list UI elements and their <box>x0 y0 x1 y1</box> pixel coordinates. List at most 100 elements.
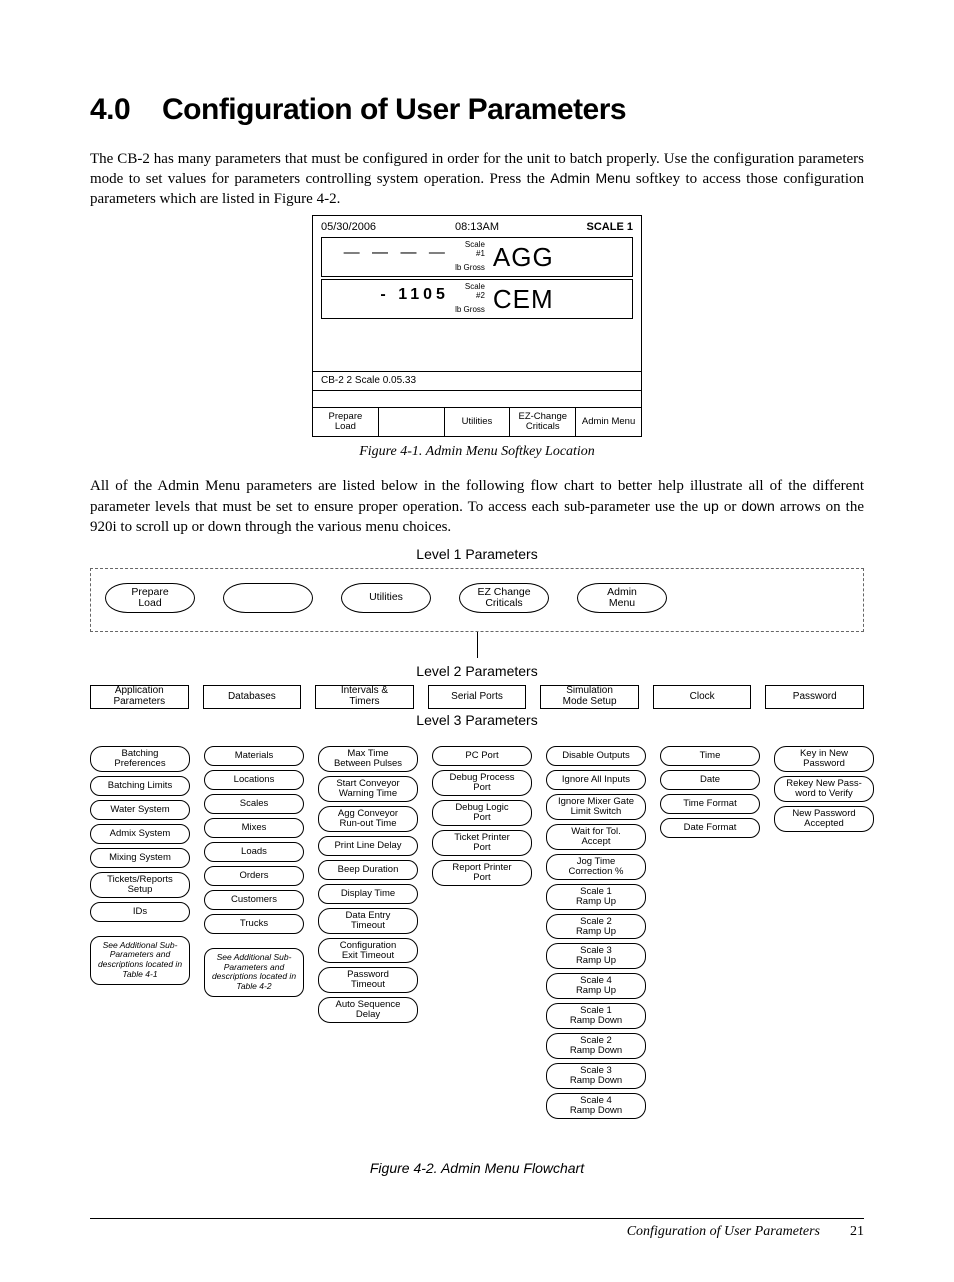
l3-item: PC Port <box>432 746 532 766</box>
l3-item: Max Time Between Pulses <box>318 746 418 772</box>
l3-item: Mixes <box>204 818 304 838</box>
col-simulation: Disable Outputs Ignore All Inputs Ignore… <box>546 746 646 1119</box>
l3-item: Scale 4 Ramp Up <box>546 973 646 999</box>
l3-item: Wait for Tol. Accept <box>546 824 646 850</box>
oval-admin-menu: Admin Menu <box>577 583 667 613</box>
readout-2-label: CEM <box>489 280 632 318</box>
col-clock: Time Date Time Format Date Format <box>660 746 760 838</box>
col-app-params: Batching Preferences Batching Limits Wat… <box>90 746 190 985</box>
mid-paragraph: All of the Admin Menu parameters are lis… <box>90 476 864 537</box>
l3-item: Admix System <box>90 824 190 844</box>
l3-item: Start Conveyor Warning Time <box>318 776 418 802</box>
l3-item: Scale 2 Ramp Down <box>546 1033 646 1059</box>
figure-4-2-caption: Figure 4-2. Admin Menu Flowchart <box>90 1159 864 1178</box>
l3-item: Trucks <box>204 914 304 934</box>
l3-item: Customers <box>204 890 304 910</box>
admin-menu-ref: Admin Menu <box>550 170 630 186</box>
l3-item: Ignore Mixer Gate Limit Switch <box>546 794 646 820</box>
l3-item: Debug Process Port <box>432 770 532 796</box>
level-3-label: Level 3 Parameters <box>90 711 864 730</box>
level-2-label: Level 2 Parameters <box>90 662 864 681</box>
l3-item: Key in New Password <box>774 746 874 772</box>
l3-item: Print Line Delay <box>318 836 418 856</box>
l2-clock: Clock <box>653 685 752 709</box>
l2-intervals-timers: Intervals & Timers <box>315 685 414 709</box>
l3-item: Agg Conveyor Run-out Time <box>318 806 418 832</box>
oval-ez-change: EZ Change Criticals <box>459 583 549 613</box>
l3-item: Debug Logic Port <box>432 800 532 826</box>
l2-password: Password <box>765 685 864 709</box>
l3-item: New Password Accepted <box>774 806 874 832</box>
page-heading: 4.0Configuration of User Parameters <box>90 90 864 131</box>
l3-item: Ignore All Inputs <box>546 770 646 790</box>
level-1-label: Level 1 Parameters <box>90 545 864 564</box>
l3-item: Mixing System <box>90 848 190 868</box>
l3-item: Scale 3 Ramp Up <box>546 943 646 969</box>
l3-item: Loads <box>204 842 304 862</box>
l3-item: Materials <box>204 746 304 766</box>
l3-item: Disable Outputs <box>546 746 646 766</box>
l3-item: Configuration Exit Timeout <box>318 938 418 964</box>
note-table-4-1: See Additional Sub-Parameters and descri… <box>90 936 190 985</box>
flowchart: Level 1 Parameters Prepare Load Utilitie… <box>90 545 864 1178</box>
section-number: 4.0 <box>90 90 162 131</box>
l3-item: Auto Sequence Delay <box>318 997 418 1023</box>
l2-databases: Databases <box>203 685 302 709</box>
oval-prepare-load: Prepare Load <box>105 583 195 613</box>
l3-item: Date Format <box>660 818 760 838</box>
l3-item: Jog Time Correction % <box>546 854 646 880</box>
page-footer: Configuration of User Parameters 21 <box>90 1218 864 1242</box>
device-scale-indicator: SCALE 1 <box>529 220 633 235</box>
col-serial: PC Port Debug Process Port Debug Logic P… <box>432 746 532 886</box>
device-time: 08:13AM <box>425 220 529 235</box>
col-password: Key in New Password Rekey New Pass- word… <box>774 746 874 832</box>
l2-application-parameters: Application Parameters <box>90 685 189 709</box>
softkey-ezchange[interactable]: EZ-Change Criticals <box>510 408 576 437</box>
readout-1: — — — — Scale #1 lb Gross AGG <box>321 237 633 277</box>
softkey-admin-menu[interactable]: Admin Menu <box>576 408 641 437</box>
l3-item: Ticket Printer Port <box>432 830 532 856</box>
l2-serial-ports: Serial Ports <box>428 685 527 709</box>
note-table-4-2: See Additional Sub-Parameters and descri… <box>204 948 304 997</box>
l3-item: Beep Duration <box>318 860 418 880</box>
down-key-ref: down <box>741 498 774 514</box>
figure-4-1-caption: Figure 4-1. Admin Menu Softkey Location <box>90 443 864 462</box>
level-1-box: Prepare Load Utilities EZ Change Critica… <box>90 568 864 632</box>
device-date: 05/30/2006 <box>321 220 425 235</box>
l3-item: Report Printer Port <box>432 860 532 886</box>
softkey-prepare-load[interactable]: Prepare Load <box>313 408 379 437</box>
l3-item: Time Format <box>660 794 760 814</box>
col-intervals: Max Time Between Pulses Start Conveyor W… <box>318 746 418 1024</box>
l3-item: Scale 1 Ramp Down <box>546 1003 646 1029</box>
softkey-utilities[interactable]: Utilities <box>445 408 511 437</box>
l3-item: Locations <box>204 770 304 790</box>
l3-item: Rekey New Pass- word to Verify <box>774 776 874 802</box>
l3-item: Scale 4 Ramp Down <box>546 1093 646 1119</box>
l3-item: Water System <box>90 800 190 820</box>
readout-1-label: AGG <box>489 238 632 276</box>
device-version: CB-2 2 Scale 0.05.33 <box>313 371 641 391</box>
col-databases: Materials Locations Scales Mixes Loads O… <box>204 746 304 997</box>
softkey-blank[interactable] <box>379 408 445 437</box>
footer-page-number: 21 <box>850 1223 864 1242</box>
l3-item: Date <box>660 770 760 790</box>
l3-item: Batching Limits <box>90 776 190 796</box>
l3-item: Scale 2 Ramp Up <box>546 914 646 940</box>
level-2-row: Application Parameters Databases Interva… <box>90 685 864 709</box>
intro-paragraph: The CB-2 has many parameters that must b… <box>90 149 864 210</box>
softkey-row: Prepare Load Utilities EZ-Change Critica… <box>313 407 641 437</box>
level-3-columns: Batching Preferences Batching Limits Wat… <box>90 746 864 1119</box>
l3-item: Batching Preferences <box>90 746 190 772</box>
readout-2: - 1105 Scale #2 lb Gross CEM <box>321 279 633 319</box>
l3-item: Orders <box>204 866 304 886</box>
l3-item: Password Timeout <box>318 967 418 993</box>
footer-section: Configuration of User Parameters <box>627 1223 820 1242</box>
l3-item: Data Entry Timeout <box>318 908 418 934</box>
device-screenshot: 05/30/2006 08:13AM SCALE 1 — — — — Scale… <box>312 215 642 437</box>
oval-utilities: Utilities <box>341 583 431 613</box>
l3-item: Scales <box>204 794 304 814</box>
l3-item: Time <box>660 746 760 766</box>
l2-simulation-mode: Simulation Mode Setup <box>540 685 639 709</box>
l3-item: Display Time <box>318 884 418 904</box>
section-title: Configuration of User Parameters <box>162 93 626 126</box>
